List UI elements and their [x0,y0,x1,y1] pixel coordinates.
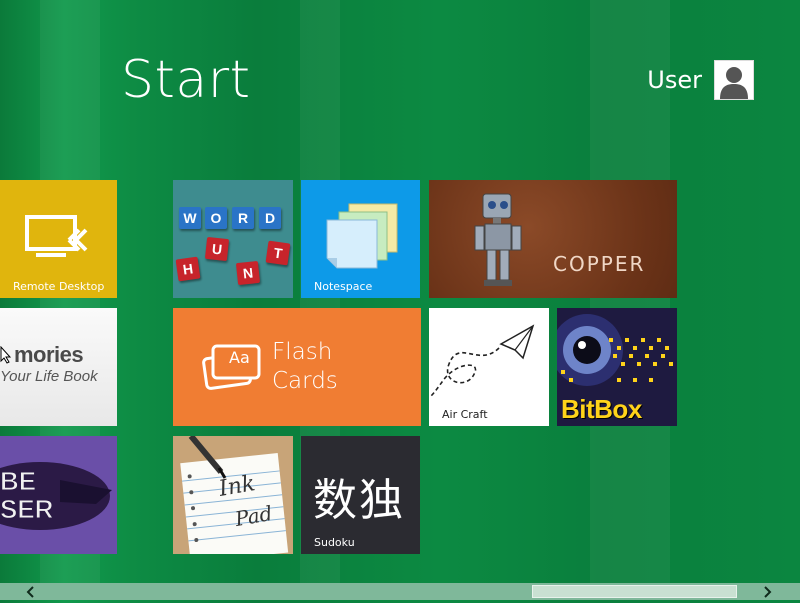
avatar[interactable] [714,60,754,100]
tile-title-line1: Flash [272,339,333,365]
tile-notespace[interactable]: Notespace [301,180,420,298]
svg-text:BE: BE [0,466,36,496]
sticky-notes-icon [326,203,398,269]
tile-bitbox[interactable]: BitBox [557,308,677,426]
tile-word-hunt[interactable]: W O R D H U N T [173,180,293,298]
tile-air-craft[interactable]: Air Craft [429,308,549,426]
eye-icon [557,314,673,386]
chevron-left-icon [26,586,34,598]
word-letter: U [204,236,230,262]
tile-label: Air Craft [442,408,488,421]
tile-copper[interactable]: COPPER [429,180,677,298]
tile-label: Remote Desktop [13,280,105,293]
horizontal-scrollbar[interactable] [0,583,800,600]
flash-cards-icon-text: Aa [229,348,250,367]
user-name: User [647,66,702,94]
tile-title-line2: Cards [272,368,338,394]
word-letter: R [232,207,254,229]
word-letter: N [235,260,261,286]
tile-ink-pad[interactable]: Ink Pad [173,436,293,554]
svg-text:SER: SER [0,494,54,524]
tile-title: mories [14,342,84,367]
word-letter: D [259,207,281,229]
word-letter: O [205,207,227,229]
user-silhouette-icon [720,67,748,99]
paper-plane-icon [430,324,535,397]
tile-purple-game[interactable]: BE SER [0,436,117,554]
word-letter: T [265,240,291,266]
tile-label: Sudoku [314,536,355,549]
tile-label: Notespace [314,280,373,293]
user-account[interactable]: User [647,60,754,100]
scroll-left-button[interactable] [20,583,42,600]
scroll-thumb[interactable] [532,585,737,598]
word-letter: H [175,256,201,282]
sudoku-glyphs: 数独 [313,475,405,526]
page-title: Start [121,50,251,110]
word-letter: W [179,207,201,229]
tile-flash-cards[interactable]: Aa Flash Cards [173,308,421,426]
tile-label: COPPER [553,252,646,276]
scroll-right-button[interactable] [756,583,778,600]
tile-sudoku[interactable]: 数独 Sudoku [301,436,420,554]
mouse-cursor-icon [0,346,12,364]
tile-remote-desktop[interactable]: Remote Desktop [0,180,117,298]
remote-desktop-icon [25,215,88,257]
game-logo-icon: BE SER [0,462,112,530]
chevron-right-icon [764,586,772,598]
robot-icon [474,193,522,286]
tile-memories[interactable]: mories Your Life Book [0,308,117,426]
tile-label: BitBox [561,394,642,424]
tile-subtitle: Your Life Book [0,368,98,385]
